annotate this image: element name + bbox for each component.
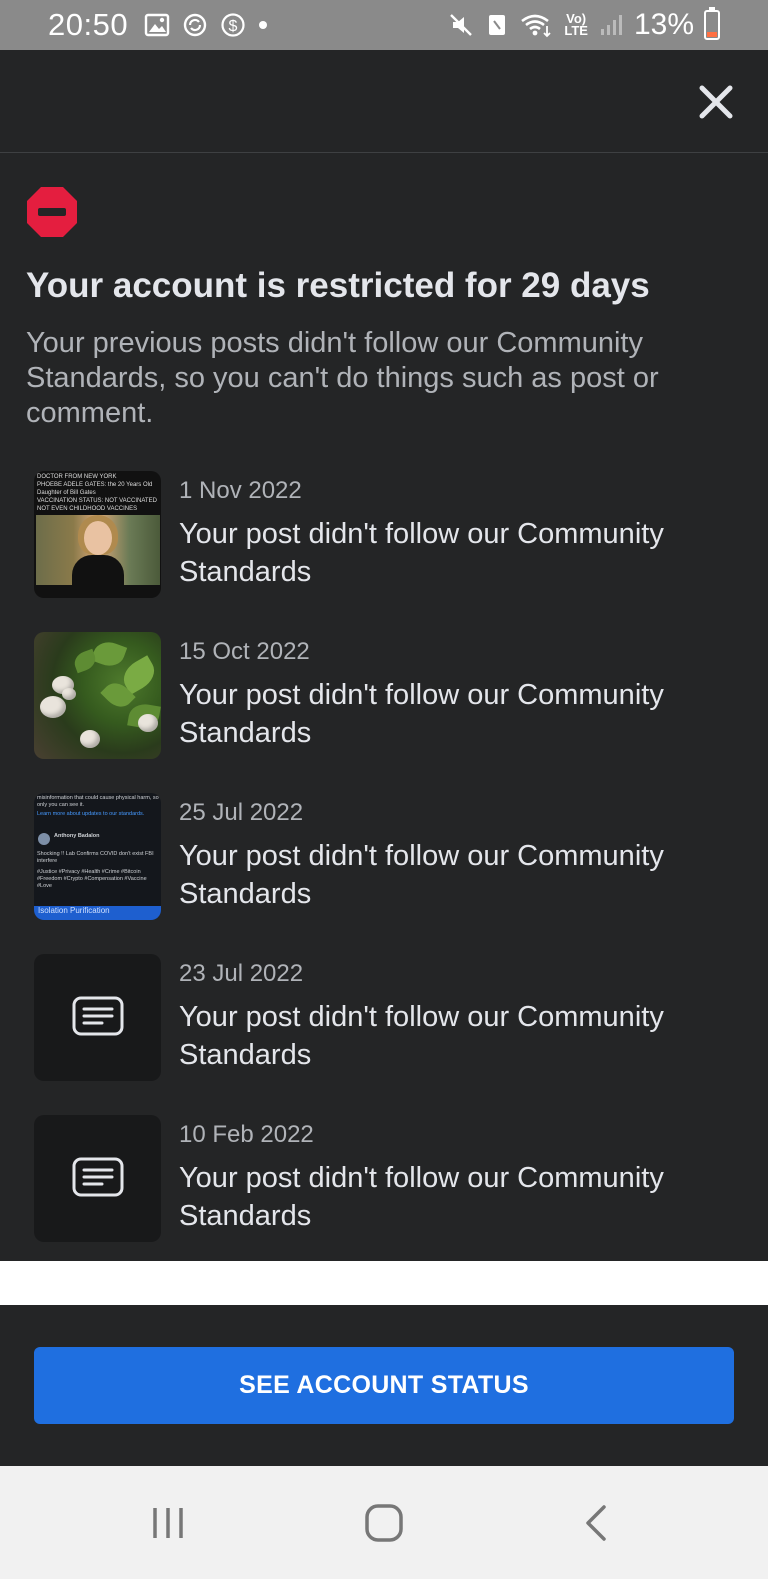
see-account-status-button[interactable]: SEE ACCOUNT STATUS	[34, 1347, 734, 1424]
item-date: 1 Nov 2022	[179, 477, 302, 504]
close-icon[interactable]	[694, 80, 738, 124]
thumbnail-bar: Isolation Purification	[34, 906, 161, 920]
text-post-icon	[72, 1157, 124, 1197]
dollar-icon: $	[221, 13, 245, 37]
item-text: Your post didn't follow our Community St…	[179, 679, 664, 749]
post-thumbnail	[34, 1115, 161, 1242]
battery-percent: 13%	[633, 8, 694, 41]
list-item[interactable]: 10 Feb 2022 Your post didn't follow our …	[34, 1115, 734, 1245]
svg-text:$: $	[229, 18, 238, 35]
status-bar: 20:50 $ Vo) LTE 13%	[0, 0, 768, 50]
signal-icon	[600, 15, 622, 35]
item-date: 25 Jul 2022	[179, 799, 304, 826]
home-icon[interactable]	[359, 1498, 409, 1548]
thumbnail-tags: #Justice #Privacy #Health #Crime #Bitcoi…	[37, 869, 147, 889]
item-text: Your post didn't follow our Community St…	[179, 1001, 664, 1071]
post-thumbnail	[34, 632, 161, 759]
restricted-icon	[27, 187, 77, 237]
page-subtitle: Your previous posts didn't follow our Co…	[26, 327, 659, 429]
volte-label: Vo) LTE	[564, 11, 588, 38]
list-item[interactable]: 15 Oct 2022 Your post didn't follow our …	[34, 632, 734, 762]
sync-icon	[183, 13, 207, 37]
thumbnail-author: Anthony Badalon	[54, 833, 100, 839]
item-date: 23 Jul 2022	[179, 960, 304, 987]
post-thumbnail: misinformation that could cause physical…	[34, 793, 161, 920]
dialog-header	[0, 50, 768, 153]
item-date: 10 Feb 2022	[179, 1121, 314, 1148]
list-item[interactable]: 23 Jul 2022 Your post didn't follow our …	[34, 954, 734, 1084]
thumbnail-link: Learn more about updates to our standard…	[37, 811, 145, 817]
list-item[interactable]: DOCTOR FROM NEW YORK PHOEBE ADELE GATES:…	[34, 471, 734, 601]
item-date: 15 Oct 2022	[179, 638, 310, 665]
item-text: Your post didn't follow our Community St…	[179, 840, 664, 910]
recent-apps-icon[interactable]	[143, 1498, 193, 1548]
footer: SEE ACCOUNT STATUS	[0, 1305, 768, 1466]
item-text: Your post didn't follow our Community St…	[179, 1162, 664, 1232]
dot-icon	[259, 21, 268, 29]
thumbnail-body: Shocking !! Lab Confirms COVID don't exi…	[37, 851, 154, 864]
back-icon[interactable]	[572, 1498, 622, 1548]
nfc-icon	[489, 15, 506, 35]
status-time: 20:50	[48, 7, 129, 42]
avatar	[38, 833, 50, 845]
thumbnail-text: misinformation that could cause physical…	[37, 795, 159, 808]
battery-icon	[704, 7, 720, 40]
post-thumbnail: DOCTOR FROM NEW YORK PHOEBE ADELE GATES:…	[34, 471, 161, 598]
text-post-icon	[72, 996, 124, 1036]
woman-photo	[36, 515, 160, 585]
page-title: Your account is restricted for 29 days	[26, 266, 650, 305]
mute-icon	[450, 14, 473, 36]
list-item[interactable]: misinformation that could cause physical…	[34, 793, 734, 923]
thumbnail-text: DOCTOR FROM NEW YORK PHOEBE ADELE GATES:…	[37, 474, 157, 512]
item-text: Your post didn't follow our Community St…	[179, 518, 664, 588]
post-thumbnail	[34, 954, 161, 1081]
gallery-icon	[144, 13, 170, 37]
wifi-icon	[521, 14, 551, 38]
divider-strip	[0, 1261, 768, 1305]
system-nav-bar	[0, 1466, 768, 1579]
